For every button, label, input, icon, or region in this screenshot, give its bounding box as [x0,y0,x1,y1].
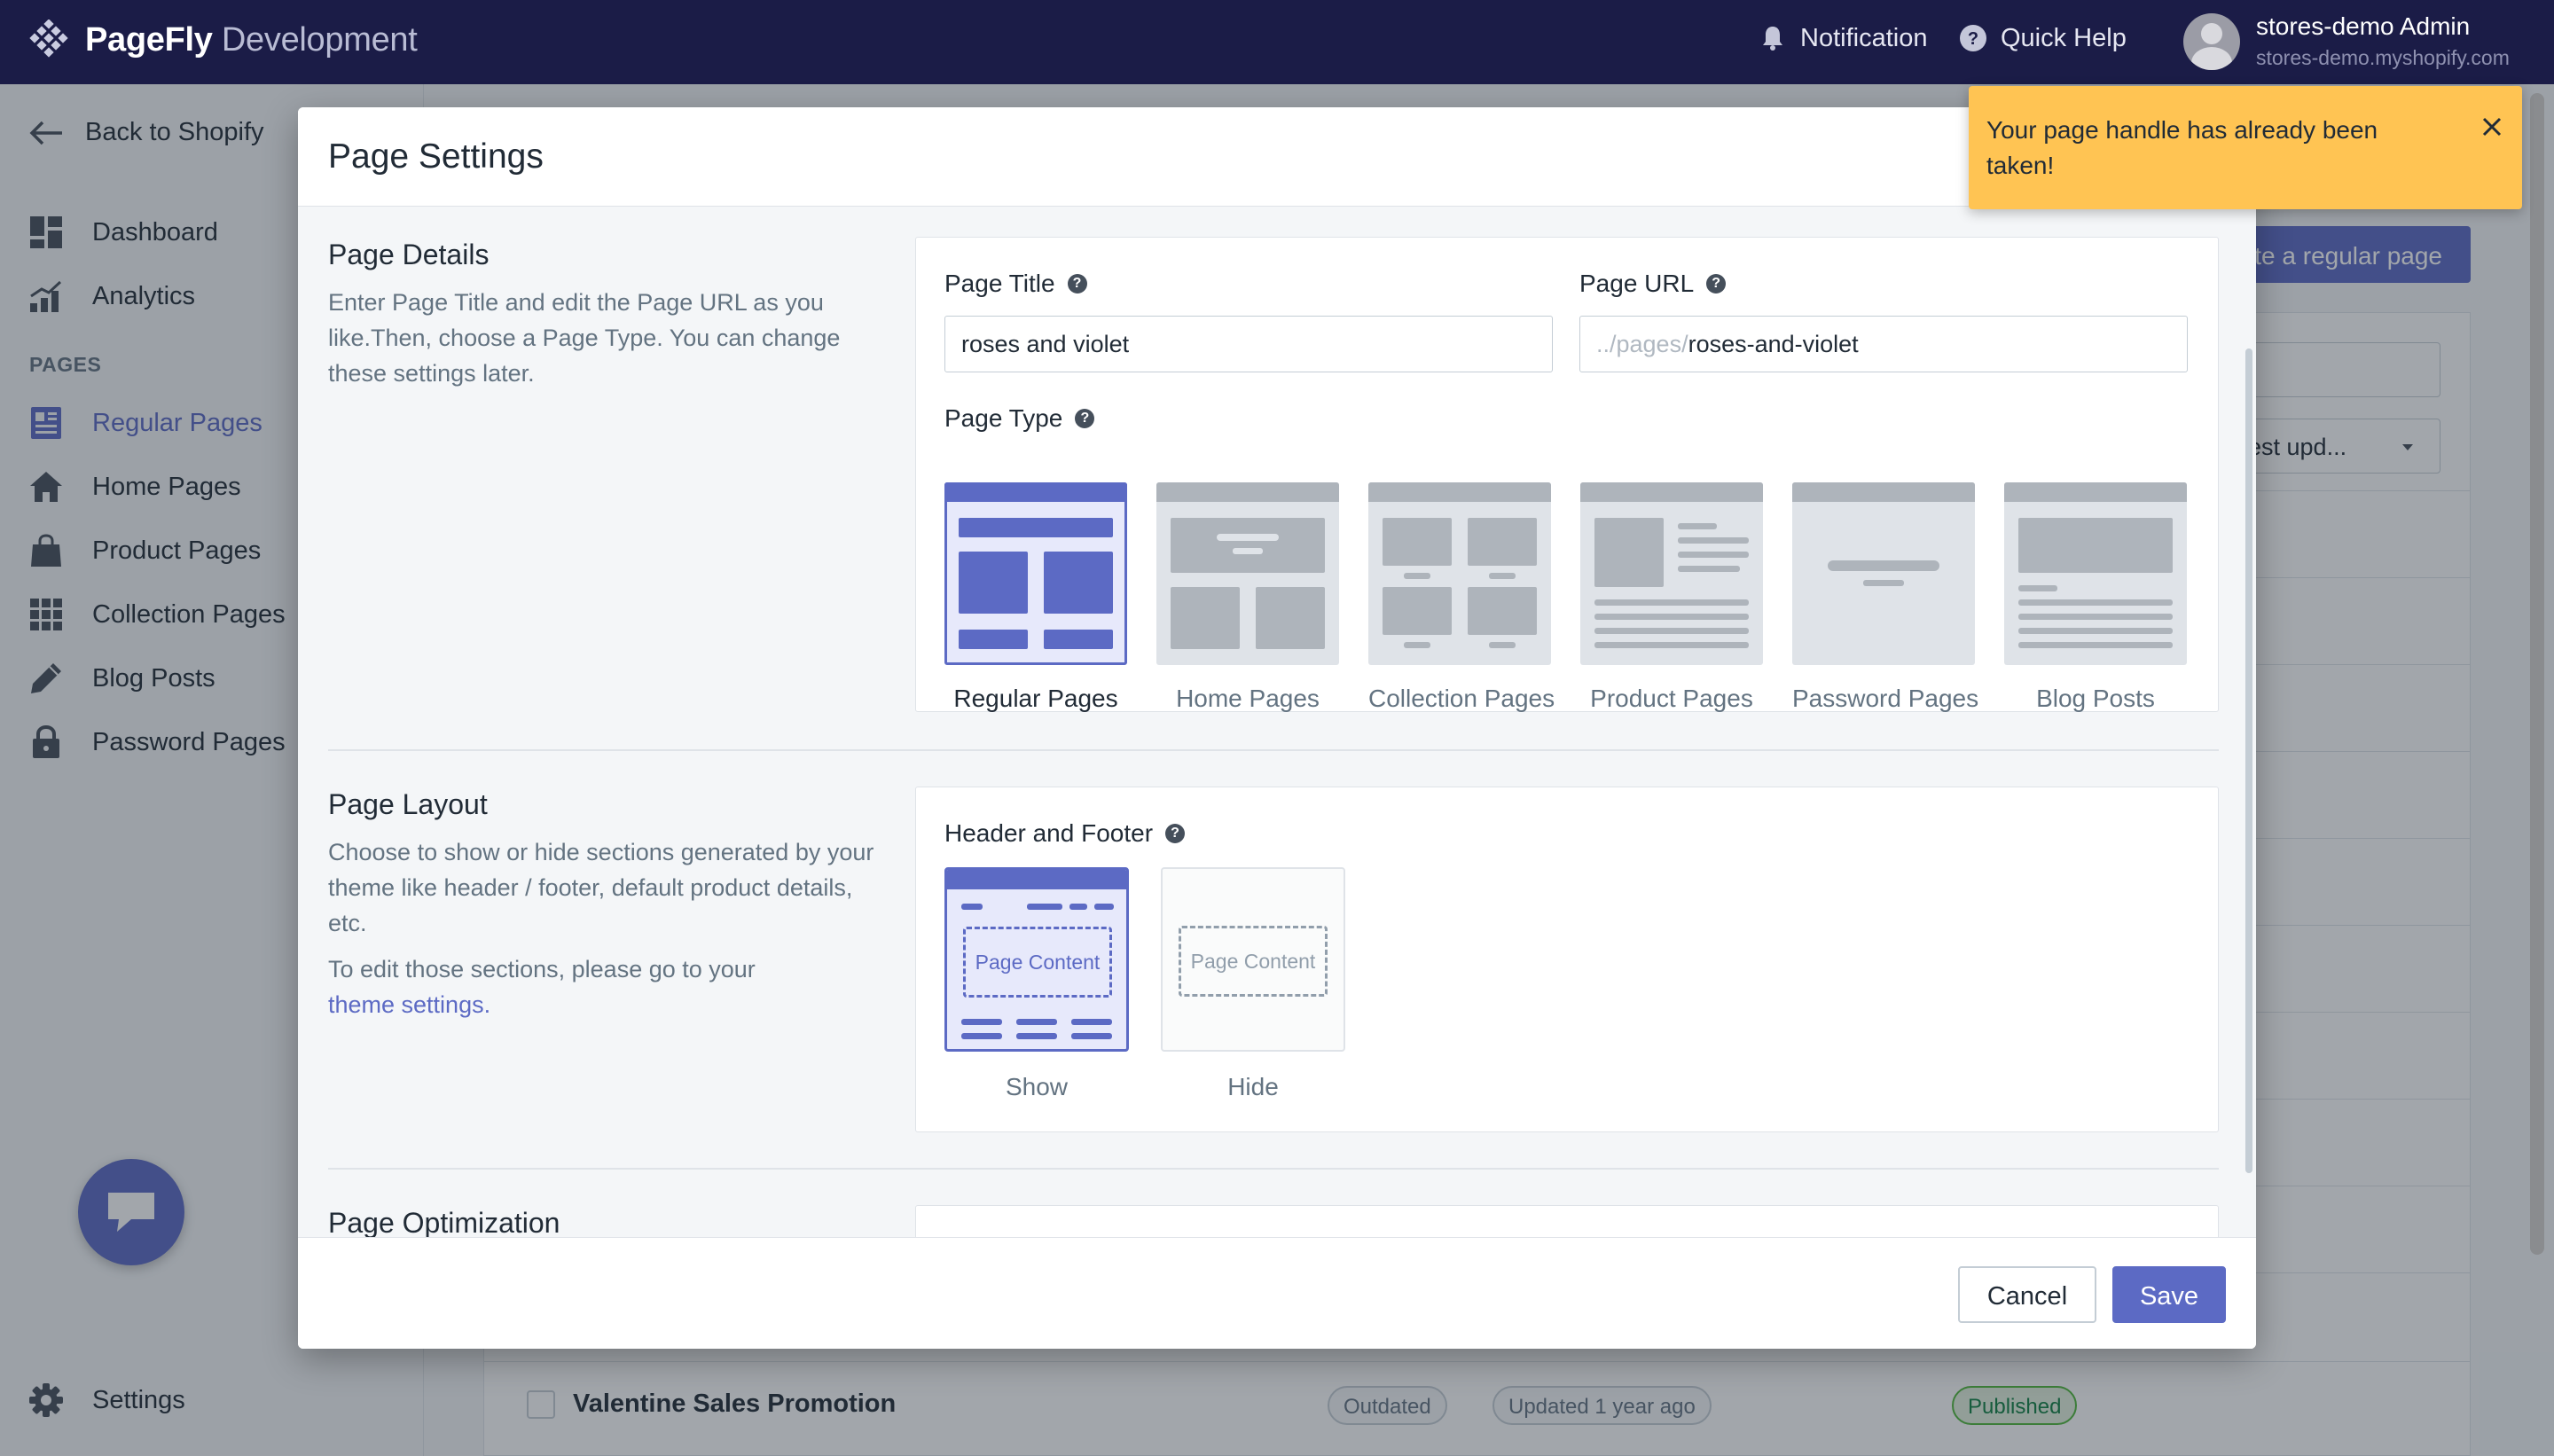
page-content-box: Page Content [1179,926,1328,997]
brand-name: PageFly Development [85,21,418,59]
home-layout-thumbnail [1156,482,1339,665]
modal-title: Page Settings [328,137,544,176]
modal-footer: Cancel Save [298,1237,2256,1349]
notification-label: Notification [1800,23,1928,52]
password-layout-icon [1792,482,1975,586]
page-type-collection-pages[interactable]: Collection Pages [1368,482,1555,713]
notification-button[interactable]: Notification [1758,23,1927,53]
page-details-card: Page Title ? roses and violet Page URL ?… [915,237,2219,712]
page-type-label: Blog Posts [2036,685,2155,712]
edit-note-text: To edit those sections, please go to you… [328,956,756,982]
regular-layout-thumbnail [944,482,1127,665]
page-title-input[interactable]: roses and violet [944,316,1553,372]
page-type-home-pages[interactable]: Home Pages [1156,482,1339,713]
page-settings-modal: Page Settings Page Details Enter Page Ti… [298,107,2256,1349]
page-type-password-pages[interactable]: Password Pages [1792,482,1979,713]
layout-option-hide[interactable]: Page Content Hide [1161,867,1345,1101]
blog-layout-icon [2004,482,2187,648]
show-thumbnail: Page Content [944,867,1129,1052]
page-content-box: Page Content [963,927,1112,998]
help-icon[interactable]: ? [1706,274,1727,294]
svg-text:?: ? [1968,29,1978,49]
page-type-label: Password Pages [1792,685,1979,712]
help-icon[interactable]: ? [1075,409,1095,428]
password-layout-thumbnail [1792,482,1975,665]
brand-bold: PageFly [85,20,213,59]
help-icon[interactable]: ? [1165,824,1186,843]
regular-layout-icon [944,482,1127,649]
pagefly-logo-icon [28,19,69,60]
modal-header: Page Settings [298,107,2256,207]
header-footer-label-text: Header and Footer [944,819,1154,847]
question-icon: ? [1960,25,1986,51]
page-details-description: Enter Page Title and edit the Page URL a… [328,289,841,387]
section-divider [328,749,2219,751]
page-type-label: Collection Pages [1368,685,1555,712]
page-url-input[interactable]: ../pages/roses-and-violet [1579,316,2188,372]
page-layout-card: Header and Footer ? Page Content Show Pa… [915,787,2219,1132]
page-type-label: Home Pages [1176,685,1320,712]
top-bar: PageFly Development Notification ? Quick… [0,0,2554,84]
product-layout-thumbnail [1580,482,1763,665]
page-type-label-text: Page Type [944,404,1063,432]
brand[interactable]: PageFly Development [28,19,418,60]
save-button[interactable]: Save [2112,1266,2226,1323]
hide-thumbnail: Page Content [1161,867,1345,1052]
page-url-label-text: Page URL [1579,270,1695,297]
page-title-label-text: Page Title [944,270,1055,297]
header-footer-label: Header and Footer ? [944,819,1186,848]
blog-layout-thumbnail [2004,482,2187,665]
help-icon[interactable]: ? [1067,274,1087,294]
quick-help-label: Quick Help [2001,23,2127,52]
page-type-label: Regular Pages [953,685,1118,712]
product-layout-icon [1580,482,1763,648]
user-domain: stores-demo.myshopify.com [2256,46,2510,69]
avatar [2183,12,2240,70]
section-divider [328,1168,2219,1170]
page-details-title: Page Details [328,239,490,270]
page-layout-edit-note: To edit those sections, please go to you… [328,951,896,1022]
toast-message: Your page handle has already been taken! [1986,116,2378,179]
theme-settings-link[interactable]: theme settings. [328,991,490,1018]
user-name: stores-demo Admin [2256,12,2471,40]
collection-layout-icon [1368,482,1551,648]
page-layout-description: Choose to show or hide sections generate… [328,839,874,936]
home-layout-icon [1156,482,1339,649]
brand-light: Development [221,20,418,59]
close-icon[interactable] [2478,113,2506,141]
user-menu[interactable]: stores-demo Admin stores-demo.myshopify.… [2183,12,2510,70]
page-optimization-title: Page Optimization [328,1207,560,1239]
show-label: Show [1005,1073,1069,1100]
page-type-blog-posts[interactable]: Blog Posts [2004,482,2187,713]
page-type-label: Page Type ? [944,404,1095,433]
error-toast: Your page handle has already been taken! [1969,86,2522,209]
collection-layout-thumbnail [1368,482,1551,665]
page-type-label: Product Pages [1590,685,1753,712]
page-scrollbar[interactable] [2530,93,2544,1255]
page-url-prefix: ../pages/ [1596,331,1688,357]
modal-body: Page Details Enter Page Title and edit t… [298,207,2256,1343]
bell-icon [1763,27,1782,51]
page-type-regular-pages[interactable]: Regular Pages [944,482,1127,713]
modal-scrollbar[interactable] [2245,348,2252,1173]
page-url-value: roses-and-violet [1688,331,1859,357]
page-url-label: Page URL ? [1579,270,1727,298]
page-title-label: Page Title ? [944,270,1087,298]
layout-option-show[interactable]: Page Content Show [944,867,1129,1101]
page-layout-title: Page Layout [328,788,488,820]
hide-label: Hide [1227,1073,1279,1100]
page-type-product-pages[interactable]: Product Pages [1580,482,1763,713]
cancel-button[interactable]: Cancel [1958,1266,2096,1323]
quick-help-button[interactable]: ? Quick Help [1958,23,2127,53]
